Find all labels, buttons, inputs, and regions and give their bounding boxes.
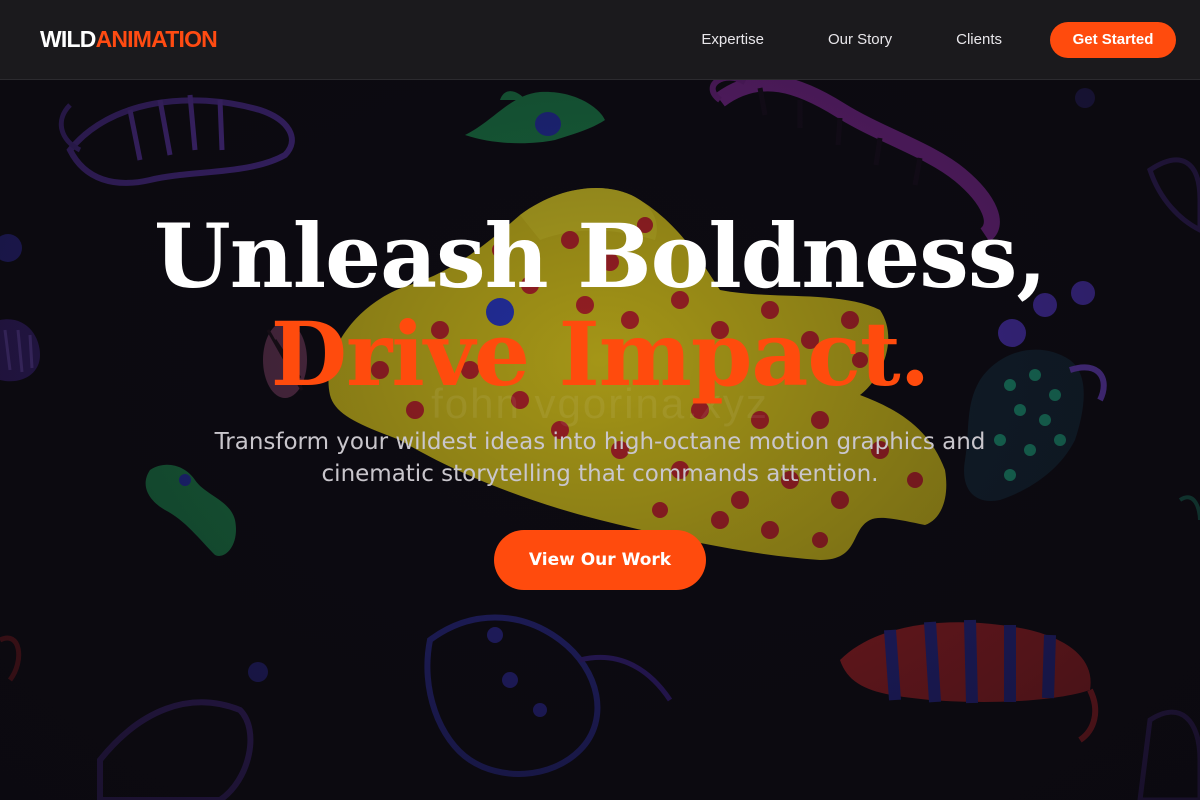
main-nav: Expertise Our Story Clients Get Started: [701, 21, 1176, 58]
nav-link-clients[interactable]: Clients: [956, 31, 1002, 48]
hero-headline-line2: Drive Impact.: [270, 302, 931, 406]
hero-section: fohn vgorina.xyz Unleash Boldness, Drive…: [0, 80, 1200, 800]
logo-text-wild: WILD: [40, 26, 96, 52]
page: WILDANIMATION Expertise Our Story Client…: [0, 0, 1200, 800]
get-started-button[interactable]: Get Started: [1050, 21, 1176, 58]
site-logo[interactable]: WILDANIMATION: [40, 26, 218, 53]
nav-link-expertise[interactable]: Expertise: [701, 31, 764, 48]
hero-headline-line1: Unleash Boldness,: [153, 204, 1047, 308]
nav-link-our-story[interactable]: Our Story: [828, 31, 892, 48]
hero-subheadline: Transform your wildest ideas into high-o…: [214, 429, 986, 487]
site-header: WILDANIMATION Expertise Our Story Client…: [0, 0, 1200, 80]
view-our-work-button[interactable]: View Our Work: [494, 530, 706, 590]
logo-text-animation: ANIMATION: [95, 26, 218, 52]
